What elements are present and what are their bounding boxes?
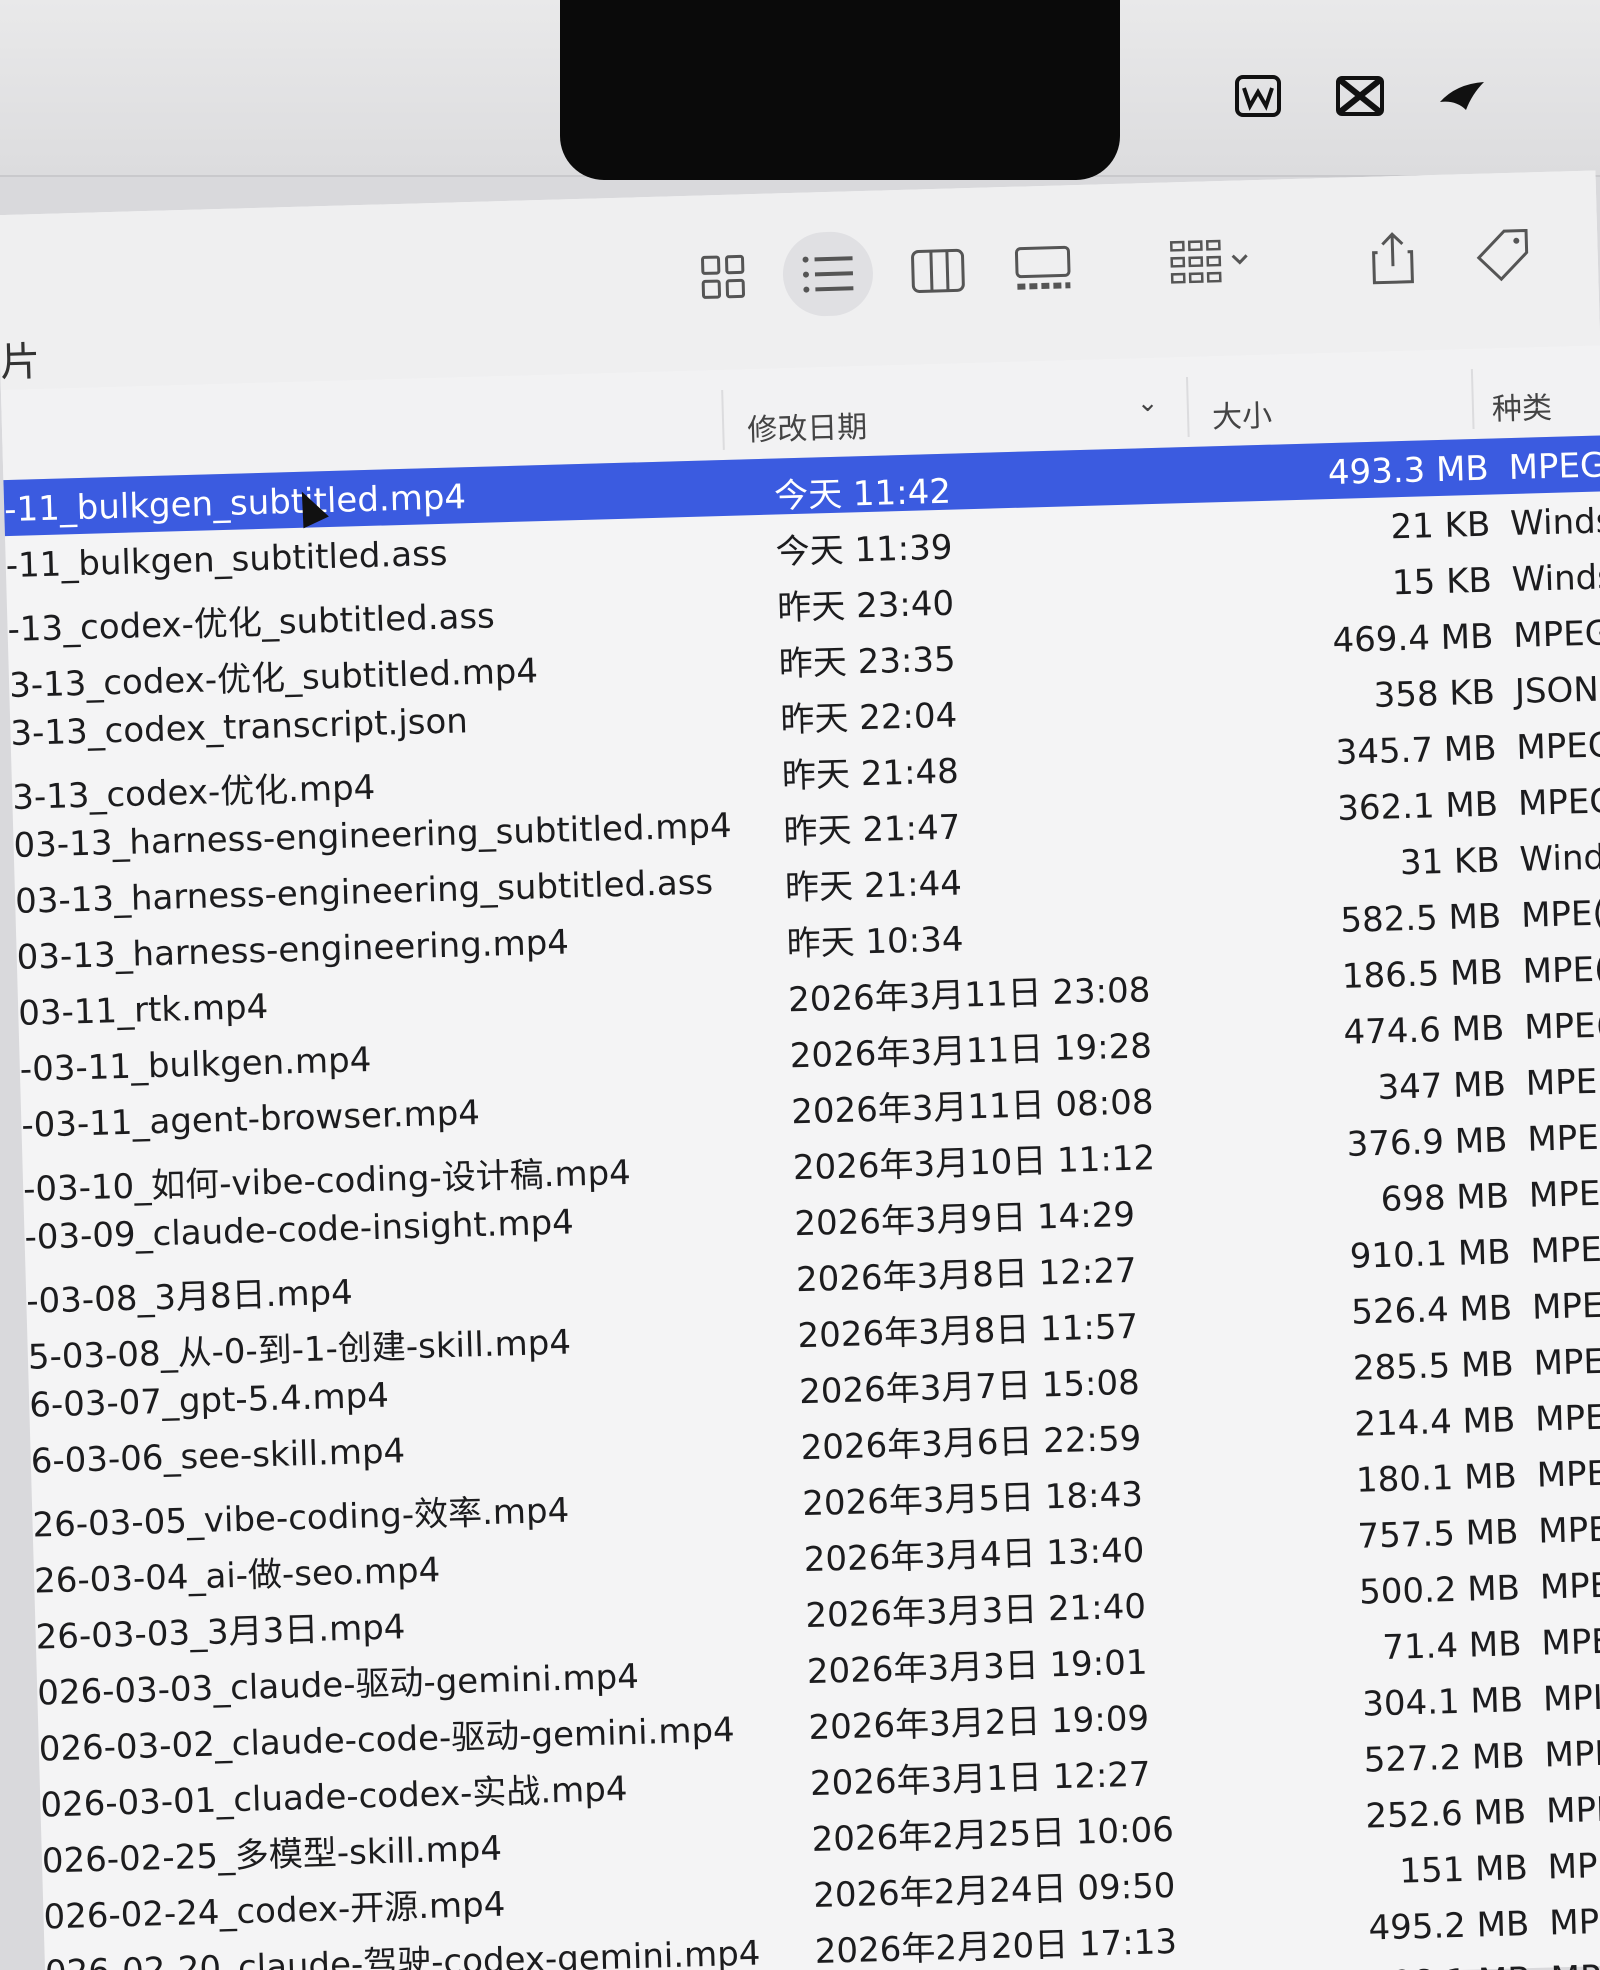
column-view-button[interactable] xyxy=(892,228,984,314)
file-size: 345.7 MB xyxy=(1335,728,1498,773)
file-kind: MPI xyxy=(1547,1845,1600,1888)
file-size: 252.6 MB xyxy=(1364,1792,1527,1837)
kind-column-header[interactable]: 种类 xyxy=(1491,383,1553,429)
file-kind: MPE xyxy=(1534,1397,1600,1440)
tag-button[interactable] xyxy=(1457,212,1549,298)
grid-icon xyxy=(701,254,746,299)
column-separator xyxy=(1185,376,1190,438)
file-size: 347 MB xyxy=(1376,1064,1507,1108)
file-kind: MPE xyxy=(1529,1229,1600,1272)
file-size: 495.2 MB xyxy=(1368,1904,1530,1949)
finder-window: 片 修改日期 ⌄ 大小 种类 -11_bulkgen_subtitled.mp4… xyxy=(0,170,1600,1970)
file-size: 910.1 MB xyxy=(1349,1232,1512,1277)
file-name: 03-11_rtk.mp4 xyxy=(17,986,269,1034)
folder-title: 片 xyxy=(0,339,41,387)
date-column-header[interactable]: 修改日期 xyxy=(747,402,868,449)
file-size: 376.9 MB xyxy=(1346,1120,1508,1165)
file-size: 526.4 MB xyxy=(1350,1288,1513,1333)
file-kind: MP xyxy=(1550,1958,1600,1970)
file-name: 6-03-06_see-skill.mp4 xyxy=(30,1431,406,1482)
file-name: -03-09_claude-code-insight.mp4 xyxy=(24,1202,575,1258)
file-name: 03-13_harness-engineering.mp4 xyxy=(16,922,570,978)
column-separator xyxy=(1470,369,1475,430)
file-kind: MPE( xyxy=(1523,1005,1600,1048)
file-kind: MPE xyxy=(1533,1341,1600,1384)
sort-chevron-down-icon[interactable]: ⌄ xyxy=(1136,388,1159,419)
file-size: 358 KB xyxy=(1373,672,1496,716)
columns-icon xyxy=(911,248,965,293)
column-separator xyxy=(721,389,725,450)
file-name: -03-11_bulkgen.mp4 xyxy=(19,1040,372,1090)
share-icon xyxy=(1372,232,1414,285)
file-size: 15 KB xyxy=(1391,560,1493,604)
icon-view-button[interactable] xyxy=(677,234,769,320)
file-size: 21 KB xyxy=(1390,504,1491,548)
file-name: -11_bulkgen_subtitled.ass xyxy=(5,533,449,587)
tag-icon xyxy=(1476,228,1529,282)
file-size: 698 MB xyxy=(1380,1176,1510,1220)
file-kind: MPI xyxy=(1545,1789,1600,1832)
file-size: 151 MB xyxy=(1398,1848,1529,1892)
file-size: 527.2 MB xyxy=(1363,1736,1526,1781)
file-kind: Winds xyxy=(1509,501,1600,545)
file-kind: MPE xyxy=(1539,1565,1600,1608)
file-kind: MPEG xyxy=(1515,725,1600,768)
file-name: -11_bulkgen_subtitled.mp4 xyxy=(3,477,467,531)
finder-window-viewport: 片 修改日期 ⌄ 大小 种类 -11_bulkgen_subtitled.mp4… xyxy=(0,0,1600,1970)
file-name: -03-11_agent-browser.mp4 xyxy=(20,1093,481,1146)
file-size: 582.5 MB xyxy=(1339,896,1502,941)
group-by-button[interactable] xyxy=(1157,220,1269,307)
file-name: 026-02-20_claude-驾驶-codex-gemini.mp4 xyxy=(44,1933,761,1970)
size-column-header[interactable]: 大小 xyxy=(1211,391,1273,437)
file-size: 304.1 MB xyxy=(1361,1680,1524,1725)
file-kind: MPE xyxy=(1528,1173,1600,1216)
file-size: 214.4 MB xyxy=(1353,1400,1516,1445)
file-name: 6-03-07_gpt-5.4.mp4 xyxy=(28,1375,390,1426)
file-kind: MPE xyxy=(1537,1509,1600,1552)
screen: 片 修改日期 ⌄ 大小 种类 -11_bulkgen_subtitled.mp4… xyxy=(0,0,1600,1970)
file-kind: Wind xyxy=(1519,837,1600,880)
file-kind: MPE xyxy=(1540,1621,1600,1664)
file-size: 285.5 MB xyxy=(1352,1344,1515,1389)
file-size: 757.5 MB xyxy=(1357,1512,1519,1557)
file-kind: MPE xyxy=(1531,1285,1600,1328)
file-kind: MPE xyxy=(1536,1453,1600,1496)
file-list: -11_bulkgen_subtitled.mp4 今天 11:42 493.3 M… xyxy=(3,435,1600,1970)
share-button[interactable] xyxy=(1347,215,1439,301)
list-view-button[interactable] xyxy=(781,230,875,318)
file-kind: MPEG xyxy=(1517,781,1600,824)
file-size: 71.4 MB xyxy=(1381,1624,1523,1669)
file-kind: MPI xyxy=(1548,1901,1600,1944)
file-kind: MPEG xyxy=(1508,445,1600,489)
file-size: 493.3 MB xyxy=(1327,448,1490,494)
file-size: 31 KB xyxy=(1399,840,1501,884)
file-kind: MPE( xyxy=(1520,893,1600,936)
file-kind: MPE( xyxy=(1522,949,1600,992)
file-kind: JSON xyxy=(1514,669,1600,712)
file-size: 186.5 MB xyxy=(1341,952,1504,997)
file-size: 180.1 MB xyxy=(1355,1456,1518,1501)
file-size: 469.4 MB xyxy=(1332,616,1494,662)
file-size: 474.6 MB xyxy=(1342,1008,1505,1053)
gallery-view-button[interactable] xyxy=(997,225,1089,311)
gallery-icon xyxy=(1014,245,1071,290)
file-kind: Winds xyxy=(1511,557,1600,601)
file-kind: MPE( xyxy=(1525,1061,1600,1104)
file-kind: MPE xyxy=(1526,1117,1600,1160)
group-by-icon xyxy=(1169,239,1248,284)
file-kind: MPEG xyxy=(1512,613,1600,656)
file-name: 3-13_codex_transcript.json xyxy=(9,701,469,754)
list-icon xyxy=(802,256,854,293)
file-size: 500.2 MB xyxy=(1358,1568,1521,1613)
file-size: 598.1 MB xyxy=(1295,1960,1532,1970)
file-size: 362.1 MB xyxy=(1336,784,1499,829)
file-kind: MPI xyxy=(1542,1677,1600,1720)
file-kind: MPI xyxy=(1544,1733,1600,1776)
